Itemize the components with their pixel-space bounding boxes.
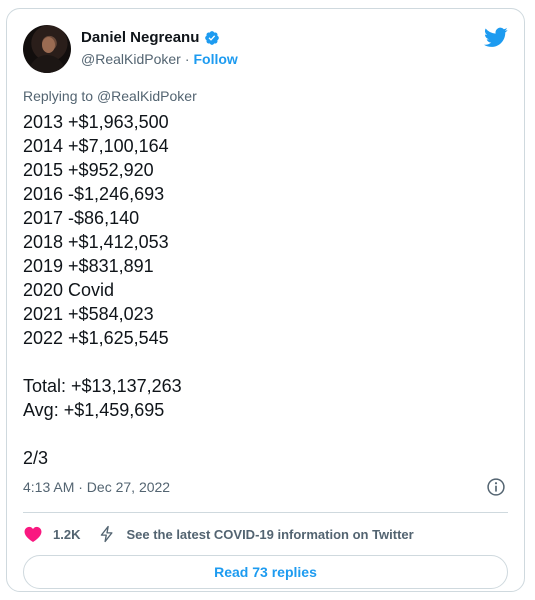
follow-button[interactable]: Follow (193, 51, 237, 67)
tweet-line: 2020 Covid (23, 280, 115, 300)
avatar[interactable] (23, 25, 71, 73)
replying-to: Replying to @RealKidPoker (23, 88, 197, 104)
avatar-shoulders (29, 55, 65, 73)
tweet-line: 2019 +$831,891 (23, 256, 154, 276)
flash-icon (101, 525, 114, 543)
like-count[interactable]: 1.2K (53, 527, 80, 542)
tweet-line: 2/3 (23, 448, 49, 468)
divider (23, 512, 508, 513)
tweet-line: 2021 +$584,023 (23, 304, 154, 324)
replying-to-prefix: Replying to (23, 88, 94, 104)
tweet-line: 2015 +$952,920 (23, 160, 154, 180)
tweet-line: 2016 -$1,246,693 (23, 184, 165, 204)
info-icon[interactable] (486, 477, 506, 497)
read-replies-button[interactable]: Read 73 replies (23, 555, 508, 589)
tweet-line: 2017 -$86,140 (23, 208, 140, 228)
tweet-line: 2014 +$7,100,164 (23, 136, 169, 156)
replying-to-handle[interactable]: @RealKidPoker (97, 88, 197, 104)
tweet-line: 2022 +$1,625,545 (23, 328, 169, 348)
author-name[interactable]: Daniel Negreanu (81, 29, 199, 46)
heart-icon[interactable] (23, 524, 43, 544)
tweet-line: 2013 +$1,963,500 (23, 112, 169, 132)
separator-dot: · (184, 51, 190, 67)
tweet-text: 2013 +$1,963,500 2014 +$7,100,164 2015 +$9… (23, 110, 182, 470)
verified-badge-icon (205, 30, 220, 45)
avatar-face (42, 37, 55, 53)
handle-row: @RealKidPoker · Follow (81, 51, 238, 67)
action-bar: 1.2K See the latest COVID-19 information… (23, 518, 414, 550)
covid-info-link[interactable]: See the latest COVID-19 information on T… (126, 527, 413, 542)
tweet-line: 2018 +$1,412,053 (23, 232, 169, 252)
tweet-line: Avg: +$1,459,695 (23, 400, 165, 420)
tweet-card: Daniel Negreanu @RealKidPoker · Follow R… (6, 8, 525, 592)
twitter-bird-icon[interactable] (484, 25, 508, 49)
author-row: Daniel Negreanu (81, 29, 220, 46)
tweet-timestamp[interactable]: 4:13 AM · Dec 27, 2022 (23, 479, 170, 495)
author-handle[interactable]: @RealKidPoker (81, 51, 181, 67)
tweet-line: Total: +$13,137,263 (23, 376, 182, 396)
